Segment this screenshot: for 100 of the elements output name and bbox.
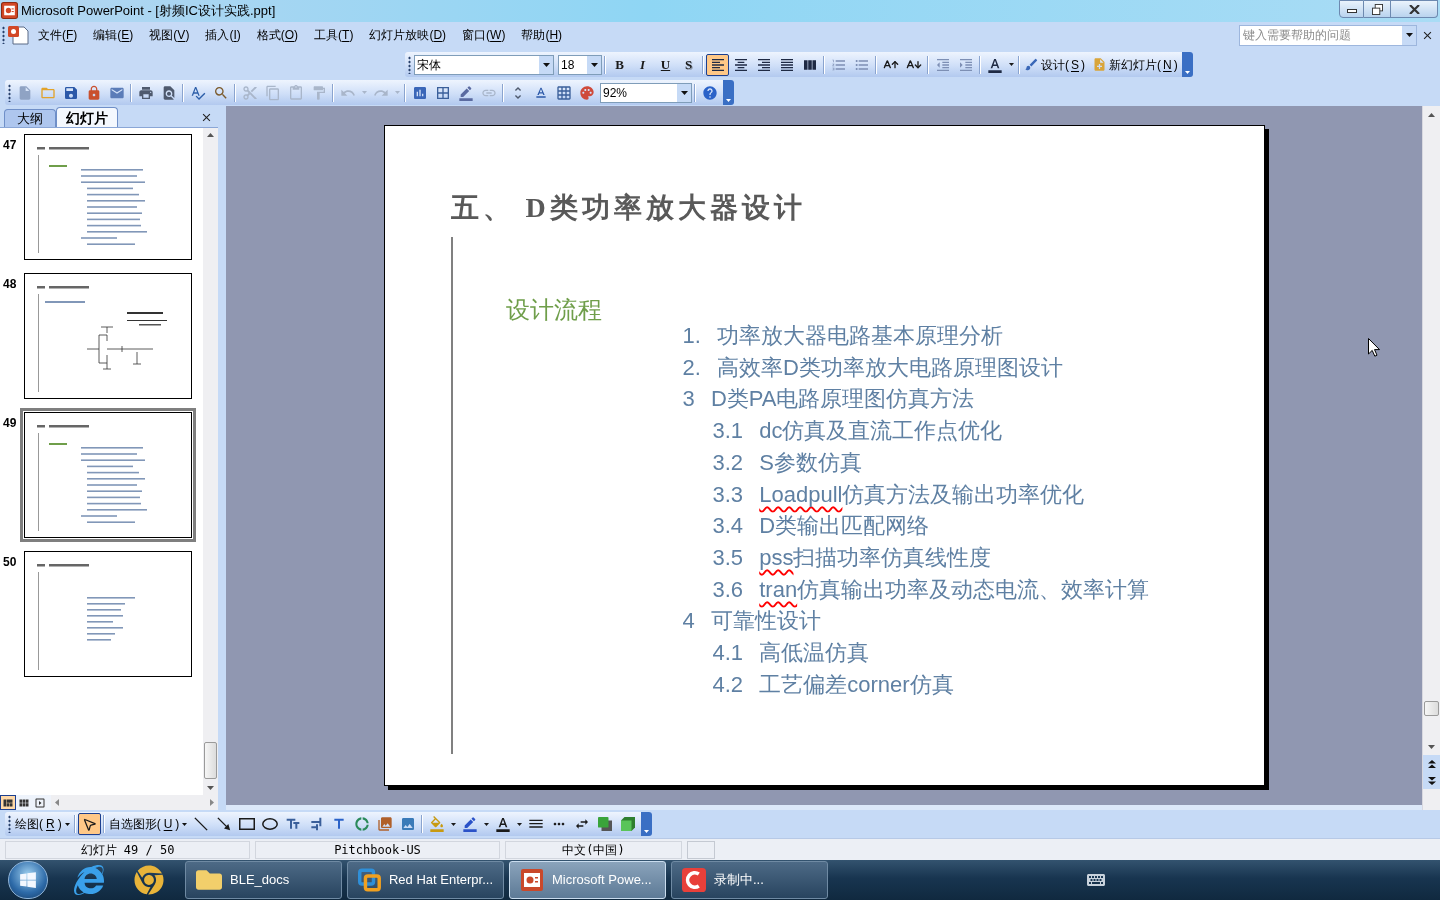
pane-tab[interactable]: 幻灯片	[56, 107, 118, 127]
toolbar-options-button[interactable]	[641, 812, 653, 836]
align-left-icon	[709, 56, 726, 73]
menu-item[interactable]: 窗口(W)	[454, 25, 514, 45]
outline-item: 3.2 S参数仿真	[712, 448, 863, 477]
shadow-button[interactable]: S	[677, 53, 700, 76]
menu-item[interactable]: 格式(O)	[248, 25, 307, 45]
slide-thumbnail[interactable]	[20, 408, 196, 542]
slide-number: 49	[2, 415, 18, 430]
help-search-field[interactable]: 键入需要帮助的问题	[1239, 24, 1417, 46]
scroll-left-icon[interactable]	[55, 799, 59, 806]
presentation-app-icon	[520, 868, 544, 892]
clipboard-icon	[287, 84, 304, 101]
toolbar-grip[interactable]	[2, 26, 5, 44]
menu-item[interactable]: 幻灯片放映(D)	[361, 25, 455, 45]
menu-item[interactable]: 视图(V)	[141, 25, 198, 45]
underline-button[interactable]: U	[654, 53, 677, 76]
close-button[interactable]	[1391, 0, 1438, 18]
font-name-combobox[interactable]: 宋体	[414, 54, 554, 75]
outline-item: 3.3 Loadpull仿真方法及输出功率优化	[712, 480, 1086, 509]
caret-icon[interactable]	[483, 822, 489, 826]
italic-button[interactable]: I	[631, 53, 654, 76]
play-screen-icon	[34, 796, 46, 809]
document-icon[interactable]	[7, 25, 29, 45]
caret-icon	[542, 62, 550, 67]
text-box-icon	[284, 816, 301, 832]
font-color-icon	[494, 816, 511, 832]
pointer-icon	[81, 816, 97, 832]
mouse-pointer-icon	[1368, 338, 1380, 357]
next-slide-button[interactable]	[1423, 772, 1440, 789]
menu-item[interactable]: 文件(F)	[30, 25, 86, 45]
toolbar-grip[interactable]	[408, 55, 411, 74]
scroll-down-icon[interactable]	[1428, 744, 1435, 749]
menu-item[interactable]: 编辑(E)	[85, 25, 142, 45]
menu-item[interactable]: 帮助(H)	[513, 25, 571, 45]
toolbar-grip[interactable]	[8, 815, 11, 833]
copy-icon	[264, 84, 281, 101]
bold-button[interactable]: B	[608, 53, 631, 76]
search-icon	[212, 84, 229, 101]
restore-button[interactable]	[1364, 0, 1391, 18]
app-icon[interactable]	[1, 2, 18, 19]
scrollbar-thumb[interactable]	[1424, 701, 1439, 716]
outline-item: 4.1 高低温仿真	[712, 639, 871, 668]
scrollbar-thumb[interactable]	[204, 742, 217, 779]
close-icon[interactable]	[200, 111, 213, 124]
previous-slide-button[interactable]	[1423, 755, 1440, 772]
design-button[interactable]: 设计(S)	[1022, 53, 1087, 76]
caret-icon	[1184, 71, 1190, 74]
menu-item[interactable]: 插入(I)	[197, 25, 249, 45]
cube-icon	[620, 817, 635, 831]
toolbar-options-button[interactable]	[1181, 52, 1193, 77]
menu-item[interactable]: 工具(T)	[306, 25, 362, 45]
taskbar-button[interactable]: Red Hat Enterpr...	[347, 861, 504, 899]
caret-icon	[1405, 33, 1413, 37]
double-down-arrow-icon	[1426, 775, 1437, 786]
select-objects-button[interactable]	[77, 813, 101, 835]
toolbar-grip[interactable]	[8, 83, 11, 102]
align-left-button[interactable]	[706, 53, 729, 76]
keyboard-icon[interactable]	[1087, 872, 1105, 888]
start-button[interactable]	[8, 861, 48, 899]
horizontal-scrollbar[interactable]	[51, 795, 218, 810]
folder-icon	[196, 867, 222, 893]
arrow-icon	[216, 817, 231, 831]
taskbar-button[interactable]: 录制中...	[671, 861, 828, 899]
outline-item: 3.1 dc仿真及直流工作点优化	[712, 417, 1004, 446]
printer-icon	[137, 84, 154, 101]
bar-chart-icon	[411, 84, 428, 101]
align-justify-icon	[778, 56, 795, 73]
restore-icon	[1371, 3, 1383, 15]
caret-icon[interactable]	[450, 822, 456, 826]
caret-icon	[64, 822, 70, 826]
outline-item: 4 可靠性设计	[682, 607, 822, 636]
zoom-combobox[interactable]: 92%	[600, 82, 692, 103]
scroll-up-icon[interactable]	[207, 133, 214, 137]
caret-icon[interactable]	[1008, 63, 1014, 66]
taskbar-button[interactable]: BLE_docs	[185, 861, 342, 899]
oval-icon	[261, 818, 278, 830]
language-indicator: 中文(中国)	[505, 840, 682, 859]
pane-tab[interactable]: 大纲	[4, 109, 56, 127]
minimize-button[interactable]	[1339, 0, 1364, 18]
slide-number: 47	[2, 137, 18, 152]
align-right-icon	[755, 56, 772, 73]
ring-diagram-icon	[353, 816, 370, 832]
caret-icon[interactable]	[516, 822, 522, 826]
autoshapes-menu-button[interactable]: 自选图形(U)	[106, 813, 190, 835]
font-size-combobox[interactable]: 18	[558, 54, 602, 75]
round-browser-icon[interactable]	[134, 865, 164, 895]
table-icon	[434, 84, 451, 101]
caret-icon	[680, 90, 688, 95]
scrollbar[interactable]	[203, 128, 218, 795]
draw-menu-button[interactable]: 绘图(R)	[13, 813, 72, 835]
vertical-scrollbar[interactable]	[1422, 106, 1440, 810]
scroll-up-icon[interactable]	[1428, 112, 1435, 117]
outline-item: 3.6 tran仿真输出功率及动态电流、效率计算	[712, 575, 1150, 604]
normal-view-button[interactable]	[0, 795, 16, 810]
e-browser-icon[interactable]	[74, 865, 104, 895]
new-slide-button[interactable]: 新幻灯片(N)	[1090, 53, 1180, 76]
scroll-down-icon[interactable]	[207, 786, 214, 790]
scroll-right-icon[interactable]	[210, 799, 214, 806]
double-up-arrow-icon	[1426, 758, 1437, 769]
